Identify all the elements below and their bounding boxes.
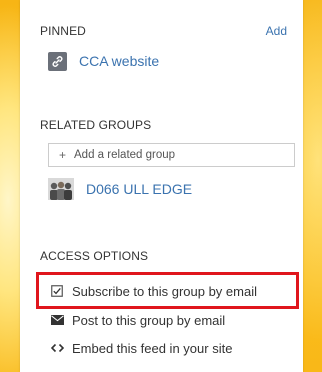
related-group-d066[interactable]: D066 ULL EDGE — [48, 177, 192, 201]
embed-option-label: Embed this feed in your site — [72, 340, 233, 356]
add-related-group-input[interactable]: + Add a related group — [48, 143, 295, 167]
add-related-group-placeholder: Add a related group — [74, 149, 176, 161]
pinned-item-cca-website[interactable]: CCA website — [48, 50, 159, 72]
link-icon — [48, 51, 67, 71]
group-avatar — [48, 178, 74, 200]
post-by-email-option[interactable]: Post to this group by email — [50, 310, 225, 330]
group-sidebar-panel: PINNED Add CCA website RELATED GROUPS + … — [20, 0, 303, 372]
post-option-label: Post to this group by email — [72, 312, 226, 328]
embed-feed-option[interactable]: Embed this feed in your site — [50, 338, 232, 358]
access-options-heading: ACCESS OPTIONS — [40, 249, 149, 263]
pinned-item-label: CCA website — [79, 53, 160, 69]
related-group-label: D066 ULL EDGE — [86, 181, 193, 197]
envelope-icon — [50, 313, 64, 327]
related-groups-heading: RELATED GROUPS — [40, 118, 152, 132]
highlight-box — [36, 272, 299, 309]
add-pinned-link[interactable]: Add — [266, 24, 287, 38]
code-icon — [50, 341, 64, 355]
plus-icon: + — [59, 148, 67, 162]
pinned-heading: PINNED — [40, 24, 86, 38]
